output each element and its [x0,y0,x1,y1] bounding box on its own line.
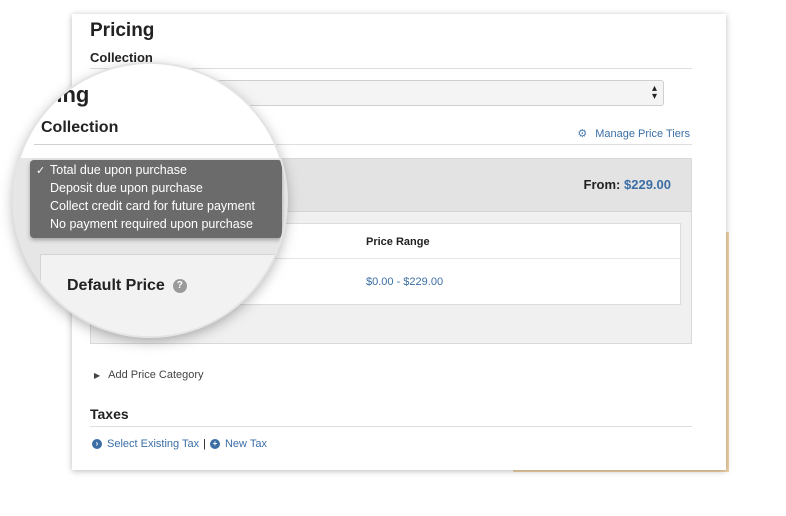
page-title: Pricing [90,20,155,41]
collection-label: Collection [90,50,153,65]
price-range-value[interactable]: $0.00 - $229.00 [366,276,443,288]
from-label: From: [583,177,621,192]
dropdown-option-deposit-due[interactable]: Deposit due upon purchase [50,181,203,195]
tax-links: › Select Existing Tax | + New Tax [92,438,267,450]
checkmark-icon: ✓ [36,165,46,177]
divider [90,426,692,427]
new-tax-link[interactable]: + New Tax [209,438,267,450]
magnified-collection-label: Collection [41,119,119,136]
price-range-header: Price Range [366,236,430,248]
select-arrows-icon: ▴ ▾ [651,83,657,102]
caret-right-icon: ▶ [94,370,101,380]
dropdown-option-no-payment[interactable]: No payment required upon purchase [50,217,253,231]
magnified-price-table [40,254,286,336]
magnifier-lens: icing Collection Default Price ? ✓ Total… [14,64,286,336]
select-existing-tax-link[interactable]: › Select Existing Tax [92,438,199,450]
plus-circle-icon: + [209,439,220,449]
taxes-heading: Taxes [90,406,129,422]
collection-dropdown-menu: ✓ Total due upon purchase Deposit due up… [30,160,282,238]
arrow-right-circle-icon: › [92,439,102,449]
gear-icon: ⚙ [577,128,588,140]
dropdown-option-collect-card[interactable]: Collect credit card for future payment [50,199,255,213]
link-separator: | [203,438,206,450]
dropdown-option-total-due[interactable]: Total due upon purchase [50,163,187,177]
new-tax-label: New Tax [224,438,267,450]
magnified-divider [34,144,286,145]
default-price-row: Default Price ? [67,277,187,295]
help-icon[interactable]: ? [172,279,187,293]
add-price-category-label: Add Price Category [108,369,204,381]
from-price: From: $229.00 [584,177,671,192]
default-price-label: Default Price [67,277,165,294]
select-existing-tax-label: Select Existing Tax [107,438,200,450]
magnified-title: icing [38,82,90,107]
manage-price-tiers-label: Manage Price Tiers [595,127,690,140]
add-price-category-button[interactable]: ▶ Add Price Category [94,369,204,381]
from-price-value: $229.00 [624,177,671,192]
manage-price-tiers-link[interactable]: ⚙ Manage Price Tiers [577,127,690,141]
